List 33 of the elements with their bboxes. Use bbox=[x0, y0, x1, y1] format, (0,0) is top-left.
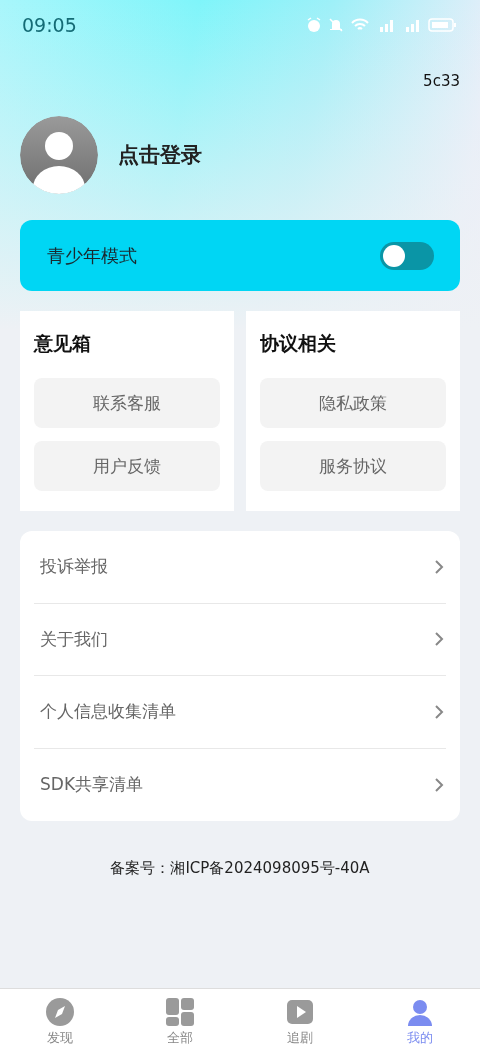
play-icon bbox=[285, 997, 315, 1027]
menu-item[interactable]: 个人信息收集清单 bbox=[34, 676, 446, 749]
chevron-right-icon bbox=[434, 776, 444, 793]
record-number: 备案号：湘ICP备2024098095号-40A bbox=[109, 859, 371, 878]
nav-tab[interactable]: 追剧 bbox=[240, 989, 360, 1058]
panel-title: 意见箱 bbox=[34, 331, 92, 356]
menu-item[interactable]: 投诉举报 bbox=[34, 531, 446, 604]
version-label: 5c33 bbox=[423, 72, 460, 92]
status-time: 09:05 bbox=[22, 14, 77, 36]
nav-tab[interactable]: 全部 bbox=[120, 989, 240, 1058]
nav-tab[interactable]: 我的 bbox=[360, 989, 480, 1058]
youth-mode-label: 青少年模式 bbox=[47, 243, 137, 268]
menu-item[interactable]: SDK共享清单 bbox=[34, 748, 446, 821]
wifi-icon bbox=[350, 17, 370, 33]
login-link[interactable]: 点击登录 bbox=[118, 141, 202, 169]
chevron-right-icon bbox=[434, 703, 444, 720]
panel-button[interactable]: 用户反馈 bbox=[34, 441, 220, 491]
panel-button[interactable]: 服务协议 bbox=[260, 441, 446, 491]
chevron-right-icon bbox=[434, 631, 444, 648]
panel-title: 协议相关 bbox=[260, 331, 337, 356]
alarm-icon bbox=[306, 17, 322, 33]
menu-item[interactable]: 关于我们 bbox=[34, 603, 446, 676]
nav-tab[interactable]: 发现 bbox=[0, 989, 120, 1058]
panel-button[interactable]: 隐私政策 bbox=[260, 378, 446, 428]
person-icon bbox=[405, 997, 435, 1027]
battery-icon bbox=[428, 17, 456, 33]
chevron-right-icon bbox=[434, 558, 444, 575]
mute-bell-icon bbox=[328, 17, 344, 33]
compass-icon bbox=[45, 997, 75, 1027]
toggle-switch[interactable] bbox=[380, 241, 434, 270]
panel-button[interactable]: 联系客服 bbox=[34, 378, 220, 428]
avatar-icon bbox=[20, 116, 98, 194]
grid-icon bbox=[165, 997, 195, 1027]
